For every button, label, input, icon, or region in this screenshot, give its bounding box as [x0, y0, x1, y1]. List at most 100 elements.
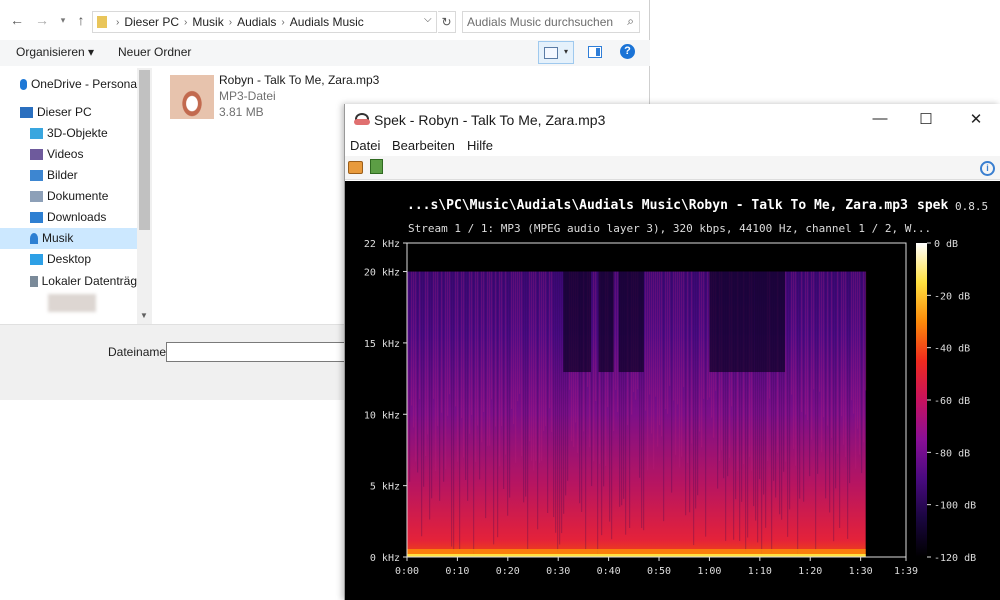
spectrum-texture — [555, 271, 557, 533]
new-folder-button[interactable]: Neuer Ordner — [118, 45, 191, 59]
film-icon — [30, 149, 43, 160]
sidebar-item-label: Lokaler Datenträg — [41, 274, 137, 288]
spectrum-texture — [413, 271, 415, 428]
breadcrumb-item[interactable]: Audials — [237, 15, 276, 29]
spectrum-texture — [537, 271, 539, 530]
spectrum-texture — [507, 271, 509, 516]
about-icon[interactable]: i — [980, 161, 995, 176]
forward-arrow-icon[interactable]: → — [34, 12, 50, 28]
sidebar-item[interactable]: Dokumente — [30, 186, 137, 207]
spectrum-texture — [421, 271, 423, 537]
file-path: ...s\PC\Music\Audials\Audials Music\Roby… — [407, 198, 908, 213]
spectrum-texture — [669, 271, 671, 386]
sidebar-item[interactable]: Downloads — [30, 207, 137, 228]
scroll-down-icon[interactable]: ▼ — [140, 311, 148, 320]
spectrum-texture — [559, 271, 561, 545]
x-tick-label: 1:39 — [894, 566, 918, 577]
sidebar-item[interactable]: Musik — [0, 228, 137, 249]
close-icon[interactable]: ✕ — [966, 110, 986, 128]
sidebar-item-label: Dokumente — [47, 189, 109, 203]
spectrum-texture — [497, 271, 499, 538]
filename-input[interactable] — [166, 342, 356, 362]
open-folder-icon[interactable] — [348, 161, 363, 174]
save-icon[interactable] — [370, 159, 383, 174]
scrollbar-thumb[interactable] — [139, 70, 150, 230]
spectrum-texture — [443, 271, 445, 482]
spectrum-texture — [697, 271, 699, 496]
spectrum-texture — [665, 271, 667, 410]
sidebar-item[interactable]: Lokaler Datenträg — [30, 271, 137, 292]
spectrum-texture — [505, 271, 507, 455]
help-icon[interactable]: ? — [620, 44, 635, 59]
back-arrow-icon[interactable]: ← — [9, 12, 25, 28]
y-tick-label: 10 kHz — [364, 410, 400, 421]
window-title: Spek - Robyn - Talk To Me, Zara.mp3 — [374, 112, 606, 128]
spectrum-texture — [483, 271, 485, 413]
spectrum-texture — [843, 271, 845, 445]
organize-button[interactable]: Organisieren ▾ — [16, 45, 94, 59]
breadcrumb-chevron-icon: › — [228, 16, 233, 28]
chevron-down-icon: ▾ — [564, 47, 569, 56]
menu-help[interactable]: Hilfe — [467, 138, 493, 153]
x-tick-label: 1:20 — [798, 566, 822, 577]
spectrum-texture — [685, 271, 687, 516]
preview-pane-icon[interactable] — [588, 46, 602, 58]
recent-locations-chevron-icon[interactable]: ▾ — [55, 15, 71, 26]
spectrum-texture — [429, 271, 431, 520]
file-type: MP3-Datei — [219, 89, 276, 103]
spectrum-texture — [617, 271, 619, 413]
spectrum-gap — [618, 271, 644, 373]
spectrum-gap — [754, 271, 770, 373]
spectrum-texture — [551, 271, 553, 433]
breadcrumb-item[interactable]: Audials Music — [290, 15, 364, 29]
sidebar-item[interactable]: Bilder — [30, 165, 137, 186]
x-tick-label: 0:30 — [546, 566, 570, 577]
address-bar[interactable]: › Dieser PC › Musik › Audials › Audials … — [92, 11, 437, 33]
search-input[interactable]: Audials Music durchsuchen ⌕ — [462, 11, 640, 33]
sidebar-item[interactable]: 3D-Objekte — [30, 123, 137, 144]
sidebar-item[interactable]: Dieser PC — [20, 102, 137, 123]
sidebar-item-label: Dieser PC — [37, 105, 92, 119]
spectrum-texture — [705, 271, 707, 537]
refresh-icon[interactable]: ↻ — [438, 11, 456, 33]
spectrum-texture — [539, 271, 541, 463]
sidebar-item-label: Downloads — [47, 210, 107, 224]
sidebar-item[interactable]: Desktop — [30, 249, 137, 270]
spectrum-texture — [785, 271, 787, 462]
spectrum-texture — [819, 271, 821, 392]
spectrum-texture — [837, 271, 839, 454]
spectrum-texture — [851, 271, 853, 401]
menu-edit[interactable]: Bearbeiten — [392, 138, 455, 153]
spectrogram-canvas: 0 kHz 5 kHz 10 kHz 15 kHz 20 kHz 22 kHz 0:00 0:… — [345, 181, 1000, 600]
spectrum-texture — [501, 271, 503, 427]
address-dropdown-icon[interactable]: ⌵ — [424, 14, 432, 25]
spectrum-texture — [847, 271, 849, 539]
download-arrow-icon — [30, 212, 43, 223]
spectrum-texture — [849, 271, 851, 484]
spectrum-texture — [821, 271, 823, 453]
drive-icon — [30, 276, 38, 287]
navigation-scrollbar[interactable]: ▲ ▼ — [137, 68, 152, 324]
x-tick-label: 0:40 — [597, 566, 621, 577]
spectrogram-chart: 0 kHz 5 kHz 10 kHz 15 kHz 20 kHz 22 kHz 0:00 0:… — [364, 239, 976, 577]
spectrum-texture — [521, 271, 523, 457]
spectrum-texture — [795, 271, 797, 466]
colorbar-label: -20 dB — [934, 291, 970, 302]
minimize-icon[interactable]: — — [870, 110, 890, 127]
menu-file[interactable]: Datei — [350, 138, 380, 153]
spectrum-texture — [681, 271, 683, 457]
spectrum-texture — [597, 271, 599, 556]
maximize-icon[interactable]: ☐ — [916, 110, 936, 128]
breadcrumb-item[interactable]: Musik — [192, 15, 223, 29]
up-arrow-icon[interactable]: ↑ — [73, 12, 89, 28]
breadcrumb-item[interactable]: Dieser PC — [124, 15, 179, 29]
change-view-button[interactable]: ▾ — [538, 41, 574, 64]
spectrum-texture — [817, 271, 819, 474]
sidebar-item[interactable]: Videos — [30, 144, 137, 165]
spectrum-texture — [857, 271, 859, 429]
sidebar-item[interactable]: OneDrive - Persona — [20, 74, 137, 95]
spectrum-texture — [653, 271, 655, 470]
title-bar[interactable]: Spek - Robyn - Talk To Me, Zara.mp3 — ☐ … — [345, 104, 1000, 136]
album-art-thumbnail — [170, 75, 214, 119]
colorbar-label: -40 dB — [934, 344, 970, 355]
